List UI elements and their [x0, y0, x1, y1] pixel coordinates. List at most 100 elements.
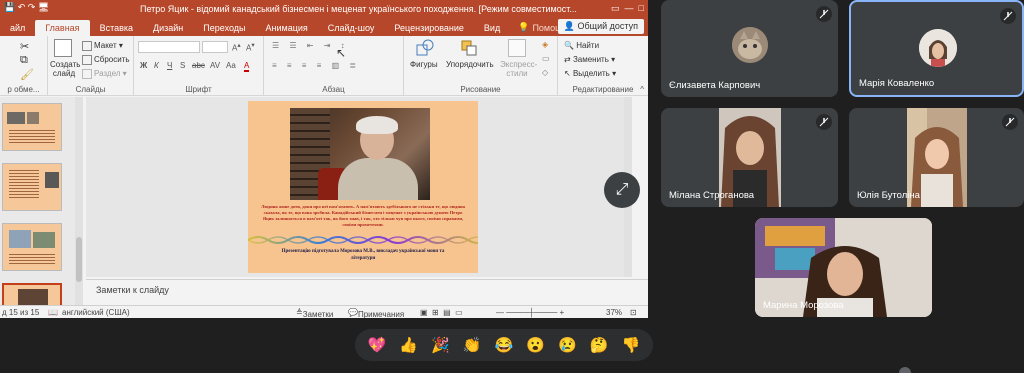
tab-review[interactable]: Рецензирование — [384, 20, 474, 36]
thumbnail-photo — [18, 289, 48, 305]
shrink-font-icon[interactable]: A▾ — [246, 41, 255, 53]
shapes-button[interactable]: Фигуры — [410, 60, 438, 69]
tab-animation[interactable]: Анимация — [256, 20, 318, 36]
change-case-button[interactable]: Aa — [226, 61, 236, 70]
outline-icon[interactable]: ▭ — [542, 54, 550, 63]
format-painter-icon[interactable]: 🖌 — [20, 68, 34, 81]
quick-access-toolbar[interactable]: 💾 ↶ ↷ 🖥 — [4, 2, 49, 13]
font-size-input[interactable] — [202, 41, 228, 53]
zoom-slider[interactable]: — ────┼──── + — [496, 308, 564, 317]
effects-icon[interactable]: ◇ — [542, 68, 548, 77]
clipboard-group: ✂ ⧉ 🖌 р обме... — [0, 36, 48, 96]
font-group-label: Шрифт — [185, 85, 212, 94]
section-label: Раздел — [94, 69, 121, 79]
laughing-reaction-icon[interactable]: 😂 — [495, 338, 514, 353]
spellcheck-icon[interactable]: 📖 — [48, 308, 58, 317]
bold-button[interactable]: Ж — [140, 61, 147, 70]
fit-slide-icon[interactable]: ⊡ — [630, 308, 637, 317]
collapse-ribbon-icon[interactable]: ^ — [640, 85, 644, 94]
fill-icon[interactable]: ◈ — [542, 40, 548, 49]
select-icon: ↖ — [564, 69, 571, 78]
shapes-icon[interactable] — [416, 39, 434, 57]
grow-font-icon[interactable]: A▴ — [232, 41, 241, 53]
slide-thumbnail[interactable] — [2, 223, 62, 271]
share-button[interactable]: 👤 Общий доступ — [557, 19, 644, 34]
arrange-icon[interactable] — [460, 39, 478, 57]
clapping-reaction-icon[interactable]: 👏 — [463, 338, 482, 353]
select-button[interactable]: ↖ Выделить ▾ — [564, 69, 616, 78]
slide-thumbnail[interactable] — [2, 103, 62, 151]
paragraph-group: ☰ ☰ ⇤ ⇥ ↕ ≡ ≡ ≡ ≡ ▥ ≣ ↖ Абзац — [264, 36, 404, 96]
find-button[interactable]: 🔍 Найти — [564, 41, 599, 50]
powerpoint-window: 💾 ↶ ↷ 🖥 Петро Яцик - відомий канадський … — [0, 0, 648, 318]
participant-tile[interactable]: Мілана Строганова — [661, 108, 838, 207]
copy-icon[interactable]: ⧉ — [20, 54, 28, 67]
crying-reaction-icon[interactable]: 😢 — [558, 338, 577, 353]
tab-view[interactable]: Вид — [474, 20, 510, 36]
participant-tile[interactable]: Марина Морозова — [755, 218, 932, 317]
find-label: Найти — [576, 41, 600, 50]
notes-toggle[interactable]: ≜ Заметки — [296, 308, 333, 318]
portrait-photo — [290, 108, 430, 200]
tab-file[interactable]: айл — [0, 20, 35, 36]
replace-button[interactable]: ⇄ Заменить ▾ — [564, 55, 615, 64]
quick-styles-icon[interactable] — [508, 39, 526, 57]
language-label[interactable]: английский (США) — [62, 308, 130, 317]
thumbnail-photo — [27, 112, 39, 124]
thumbnail-text — [9, 130, 55, 144]
mic-off-icon — [1000, 8, 1016, 24]
notes-toggle-label: Заметки — [302, 310, 334, 318]
quick-styles-button[interactable]: Экспресс-стили — [500, 60, 537, 78]
share-label: Общий доступ — [577, 21, 638, 31]
underline-button[interactable]: Ч — [167, 61, 172, 70]
participant-name: Юлія Бутоліна — [857, 190, 920, 201]
layout-button[interactable]: Макет ▾ — [82, 41, 123, 51]
tab-slideshow[interactable]: Слайд-шоу — [318, 20, 385, 36]
thumbnail-photo — [33, 232, 55, 248]
toolbar-handle[interactable] — [899, 367, 911, 373]
comments-toggle[interactable]: 💬 Примечания — [348, 308, 404, 318]
editing-group: 🔍 Найти ⇄ Заменить ▾ ↖ Выделить ▾ Редакт… — [558, 36, 648, 96]
tab-design[interactable]: Дизайн — [143, 20, 193, 36]
expand-button[interactable]: ⤢ — [604, 172, 640, 208]
scissors-icon[interactable]: ✂ — [20, 40, 29, 53]
align-buttons-icon[interactable]: ≡ ≡ ≡ ≡ ▥ ≣ — [272, 61, 360, 70]
surprised-reaction-icon[interactable]: 😮 — [526, 338, 545, 353]
select-label: Выделить — [572, 69, 610, 78]
thumbs-down-reaction-icon[interactable]: 👎 — [622, 338, 641, 353]
section-button[interactable]: Раздел ▾ — [82, 69, 127, 79]
participant-tile[interactable]: Юлія Бутоліна — [849, 108, 1024, 207]
mouse-cursor-icon: ↖ — [336, 46, 347, 60]
thumbs-up-reaction-icon[interactable]: 👍 — [399, 338, 418, 353]
tab-home[interactable]: Главная — [35, 20, 90, 36]
shadow-button[interactable]: S — [180, 61, 185, 70]
scrollbar-thumb[interactable] — [76, 237, 82, 282]
arrange-button[interactable]: Упорядочить — [446, 60, 494, 69]
slide-thumbnail[interactable] — [2, 163, 62, 211]
zoom-level[interactable]: 37% — [606, 308, 622, 317]
tab-transitions[interactable]: Переходы — [193, 20, 255, 36]
workspace: Людина живе доти, доки про неї пам'ятают… — [0, 97, 648, 318]
reset-button[interactable]: Сбросить — [82, 55, 130, 65]
heart-reaction-icon[interactable]: 💖 — [368, 338, 387, 353]
italic-button[interactable]: К — [154, 61, 159, 70]
decorative-wave — [248, 236, 478, 244]
participant-tile[interactable]: Єлизавета Карпович — [661, 0, 838, 97]
party-popper-reaction-icon[interactable]: 🎉 — [431, 338, 450, 353]
new-slide-icon[interactable] — [54, 39, 72, 57]
view-buttons[interactable]: ▣ ⊞ ▤ ▭ — [420, 308, 463, 317]
participant-tile-speaking[interactable]: Марія Коваленко — [849, 0, 1024, 97]
reset-icon — [82, 55, 92, 65]
thinking-reaction-icon[interactable]: 🤔 — [590, 338, 609, 353]
font-color-button[interactable]: A — [244, 61, 250, 72]
thumbnail-photo — [7, 112, 25, 124]
new-slide-button[interactable]: Создать слайд — [50, 60, 80, 78]
font-name-input[interactable] — [138, 41, 200, 53]
strikethrough-button[interactable]: abc — [192, 61, 205, 70]
spacing-button[interactable]: AV — [210, 61, 220, 70]
tab-insert[interactable]: Вставка — [90, 20, 143, 36]
thumbnails-scrollbar[interactable] — [75, 97, 83, 305]
notes-pane[interactable]: Заметки к слайду — [86, 279, 648, 301]
window-controls[interactable]: ▭ — □ — [611, 3, 644, 14]
current-slide[interactable]: Людина живе доти, доки про неї пам'ятают… — [248, 101, 478, 273]
